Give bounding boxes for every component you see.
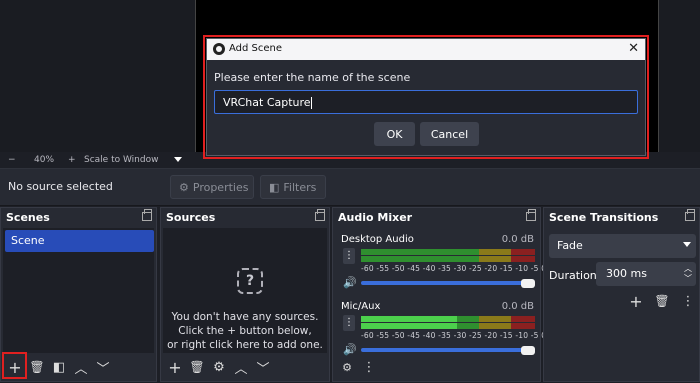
sources-empty-message: You don't have any sources. Click the + … xyxy=(163,310,327,352)
properties-label: Properties xyxy=(192,180,249,194)
move-down-button[interactable]: ﹀ xyxy=(93,357,113,377)
scene-filters-button[interactable]: ◧ xyxy=(49,357,69,377)
trash-icon: 🗑 xyxy=(654,294,670,308)
sources-list[interactable]: ? You don't have any sources. Click the … xyxy=(163,228,327,353)
mixer-toolbar: ⚙ ⋮ xyxy=(333,353,540,381)
undock-icon[interactable] xyxy=(526,209,536,221)
gears-icon: ⚙ xyxy=(342,360,352,374)
dialog-highlight xyxy=(203,35,649,159)
meter-ticks: -60 -55 -50 -45 -40 -35 -30 -25 -20 -15 … xyxy=(361,331,547,340)
move-up-button[interactable]: ︿ xyxy=(71,357,91,377)
volume-handle[interactable] xyxy=(521,279,535,288)
move-up-button[interactable]: ︿ xyxy=(231,357,251,377)
channel-db: 0.0 dB xyxy=(501,301,534,312)
duration-input[interactable]: 300 ms ︿ ﹀ xyxy=(596,262,696,286)
zoom-level: 40% xyxy=(34,154,55,165)
chevron-down-icon[interactable] xyxy=(174,157,182,162)
chevron-up-icon: ︿ xyxy=(234,361,248,377)
remove-transition-button[interactable]: 🗑 xyxy=(652,291,672,311)
advanced-audio-button[interactable]: ⚙ xyxy=(337,357,357,377)
duration-label: Duration xyxy=(549,269,597,282)
sources-title: Sources xyxy=(161,208,329,228)
spin-up-icon[interactable]: ︿ xyxy=(684,265,692,273)
sources-toolbar: + 🗑 ⚙ ︿ ﹀ xyxy=(161,353,329,381)
volume-slider[interactable] xyxy=(361,281,531,285)
speaker-icon[interactable]: 🔊 xyxy=(343,276,357,289)
volume-slider[interactable] xyxy=(361,348,531,352)
gear-icon: ⚙ xyxy=(213,359,225,375)
remove-scene-button[interactable]: 🗑 xyxy=(27,357,47,377)
empty-line-1: You don't have any sources. xyxy=(171,311,319,323)
transition-value: Fade xyxy=(557,239,583,252)
no-source-label: No source selected xyxy=(8,180,113,193)
scenes-title: Scenes xyxy=(1,208,156,228)
kebab-icon: ⋮ xyxy=(681,293,695,309)
level-meter xyxy=(361,249,535,255)
kebab-icon[interactable]: ⋮ xyxy=(343,315,355,331)
channel-name: Mic/Aux xyxy=(341,301,381,312)
remove-source-button[interactable]: 🗑 xyxy=(187,357,207,377)
source-properties-button[interactable]: ⚙ xyxy=(209,357,229,377)
channel-db: 0.0 dB xyxy=(501,234,534,245)
chevron-down-icon xyxy=(683,242,691,247)
scene-transitions-dock: Scene Transitions Fade Duration 300 ms ︿… xyxy=(543,207,700,382)
empty-line-3: or right click here to add one. xyxy=(167,339,323,351)
undock-icon[interactable] xyxy=(315,209,325,221)
meter-ticks: -60 -55 -50 -45 -40 -35 -30 -25 -20 -15 … xyxy=(361,264,547,273)
undock-icon[interactable] xyxy=(685,209,695,221)
plus-icon: + xyxy=(168,357,182,377)
trash-icon: 🗑 xyxy=(29,360,45,374)
plus-icon: + xyxy=(629,291,643,311)
empty-line-2: Click the + button below, xyxy=(178,325,312,337)
filters-button[interactable]: ◧ Filters xyxy=(260,175,326,199)
level-meter xyxy=(361,316,535,322)
properties-button[interactable]: ⚙ Properties xyxy=(170,175,254,199)
scale-mode-select[interactable]: Scale to Window xyxy=(84,155,166,165)
trash-icon: 🗑 xyxy=(189,360,205,374)
kebab-icon[interactable]: ⋮ xyxy=(343,248,355,264)
audio-mixer-dock: Audio Mixer Desktop Audio 0.0 dB ⋮ -60 -… xyxy=(332,207,546,382)
add-transition-button[interactable]: + xyxy=(626,291,646,311)
scenes-list[interactable]: Scene xyxy=(3,228,154,353)
kebab-icon: ⋮ xyxy=(362,359,376,375)
level-meter xyxy=(361,323,535,329)
add-source-button[interactable]: + xyxy=(165,357,185,377)
source-toolbar: No source selected ⚙ Properties ◧ Filter… xyxy=(0,168,700,206)
chevron-down-icon: ﹀ xyxy=(256,361,270,377)
transition-select[interactable]: Fade xyxy=(549,234,696,258)
spin-down-icon[interactable]: ﹀ xyxy=(684,275,692,283)
mixer-title: Audio Mixer xyxy=(333,208,540,228)
move-down-button[interactable]: ﹀ xyxy=(253,357,273,377)
zoom-out-button[interactable]: − xyxy=(8,155,22,165)
scene-item[interactable]: Scene xyxy=(5,230,154,252)
mixer-channels: Desktop Audio 0.0 dB ⋮ -60 -55 -50 -45 -… xyxy=(335,228,546,356)
filter-icon: ◧ xyxy=(52,359,66,375)
transition-menu-button[interactable]: ⋮ xyxy=(678,291,698,311)
transitions-title: Scene Transitions xyxy=(544,208,699,228)
add-scene-highlight xyxy=(2,352,27,379)
mixer-menu-button[interactable]: ⋮ xyxy=(359,357,379,377)
undock-icon[interactable] xyxy=(142,209,152,221)
channel-name: Desktop Audio xyxy=(341,234,414,245)
chevron-down-icon: ﹀ xyxy=(96,361,110,377)
level-meter xyxy=(361,256,535,262)
gear-icon: ⚙ xyxy=(179,180,189,194)
question-icon: ? xyxy=(237,268,263,294)
duration-value: 300 ms xyxy=(606,267,647,280)
zoom-in-button[interactable]: + xyxy=(68,155,78,165)
filter-icon: ◧ xyxy=(269,180,280,194)
chevron-up-icon: ︿ xyxy=(74,361,88,377)
transitions-toolbar: + 🗑 ⋮ xyxy=(626,291,700,311)
filters-label: Filters xyxy=(283,180,317,194)
sources-dock: Sources ? You don't have any sources. Cl… xyxy=(160,207,330,382)
